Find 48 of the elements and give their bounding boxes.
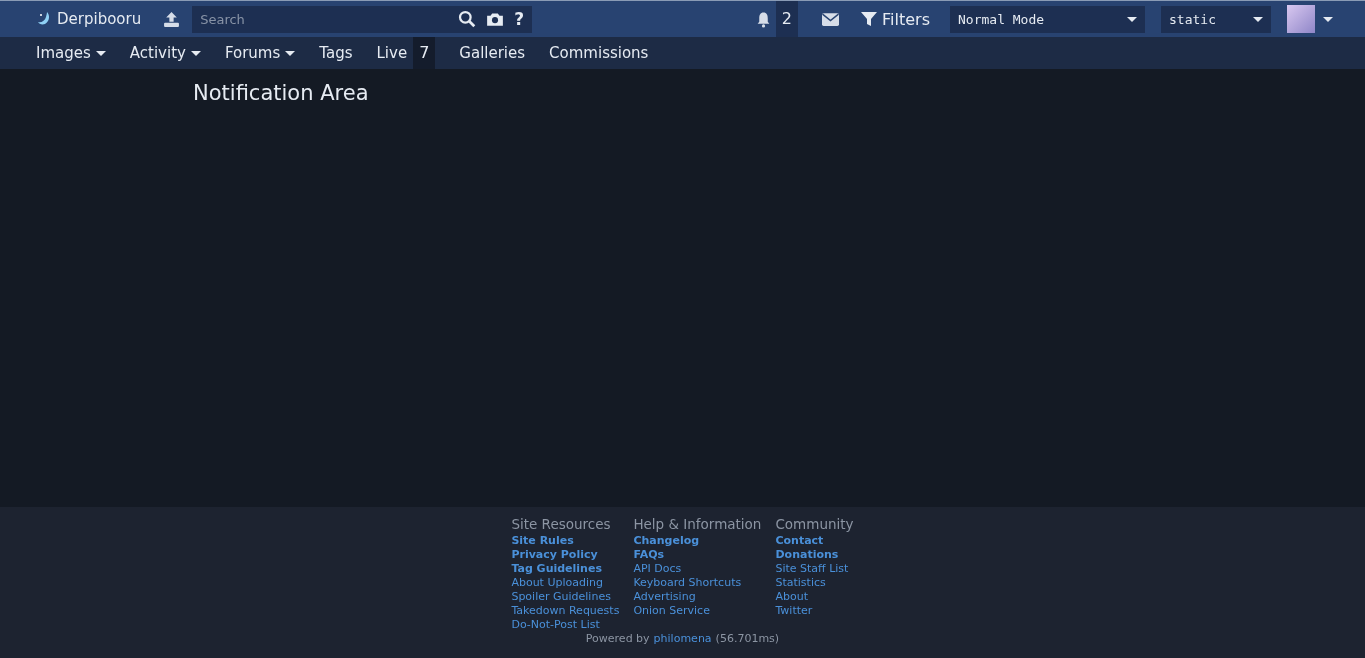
footer-heading: Help & Information bbox=[633, 515, 762, 534]
caret-icon[interactable] bbox=[1323, 16, 1333, 22]
footer-link[interactable]: Site Rules bbox=[511, 534, 620, 548]
footer-heading: Site Resources bbox=[511, 515, 612, 534]
footer-link[interactable]: Twitter bbox=[775, 604, 854, 618]
help-link[interactable]: ? bbox=[514, 9, 525, 29]
filter-select[interactable]: Normal Mode bbox=[950, 5, 1145, 33]
footer-link[interactable]: About bbox=[775, 590, 854, 604]
footer-link[interactable]: FAQs bbox=[633, 548, 762, 562]
footer-link[interactable]: Tag Guidelines bbox=[511, 562, 620, 576]
render-time: (56.701ms) bbox=[715, 632, 780, 645]
footer-link[interactable]: Site Staff List bbox=[775, 562, 854, 576]
live-count: 7 bbox=[413, 37, 436, 69]
footer-link[interactable]: Statistics bbox=[775, 576, 854, 590]
nav-link[interactable]: Forums bbox=[224, 44, 296, 62]
footer-link[interactable]: Privacy Policy bbox=[511, 548, 620, 562]
page-title: Notification Area bbox=[193, 81, 370, 105]
filter-icon[interactable] bbox=[861, 11, 878, 27]
search-icon[interactable] bbox=[458, 10, 477, 28]
powered-by-text: Powered by bbox=[585, 632, 650, 645]
camera-icon[interactable] bbox=[486, 10, 505, 28]
footer-link[interactable]: Spoiler Guidelines bbox=[511, 590, 620, 604]
footer-heading: Community bbox=[775, 515, 854, 534]
nav-link[interactable]: Live bbox=[376, 44, 408, 62]
nav-link[interactable]: Galleries bbox=[459, 44, 526, 62]
nav-link[interactable]: Activity bbox=[129, 44, 201, 62]
philomena-link[interactable]: philomena bbox=[653, 632, 712, 645]
notification-count[interactable]: 2 bbox=[775, 1, 799, 37]
site-name-link[interactable]: Derpibooru bbox=[57, 10, 142, 28]
footer-link[interactable]: Do-Not-Post List bbox=[511, 618, 620, 632]
logo-icon bbox=[36, 11, 52, 27]
footer-link[interactable]: Donations bbox=[775, 548, 854, 562]
nav-link[interactable]: Images bbox=[36, 44, 106, 62]
footer-link[interactable]: Takedown Requests bbox=[511, 604, 620, 618]
nav-link[interactable]: Commissions bbox=[549, 44, 649, 62]
upload-icon[interactable] bbox=[163, 10, 181, 28]
footer-link[interactable]: About Uploading bbox=[511, 576, 620, 590]
search-field[interactable]: Search ? bbox=[192, 5, 533, 33]
footer-link[interactable]: Advertising bbox=[633, 590, 762, 604]
footer-link[interactable]: Changelog bbox=[633, 534, 762, 548]
footer-link[interactable]: API Docs bbox=[633, 562, 762, 576]
footer-link[interactable]: Onion Service bbox=[633, 604, 762, 618]
envelope-icon[interactable] bbox=[822, 12, 840, 26]
footer-link[interactable]: Keyboard Shortcuts bbox=[633, 576, 762, 590]
footer-link[interactable]: Contact bbox=[775, 534, 854, 548]
filters-link[interactable]: Filters bbox=[861, 9, 930, 29]
style-select[interactable]: static bbox=[1161, 5, 1271, 33]
nav-link[interactable]: Tags bbox=[319, 44, 353, 62]
